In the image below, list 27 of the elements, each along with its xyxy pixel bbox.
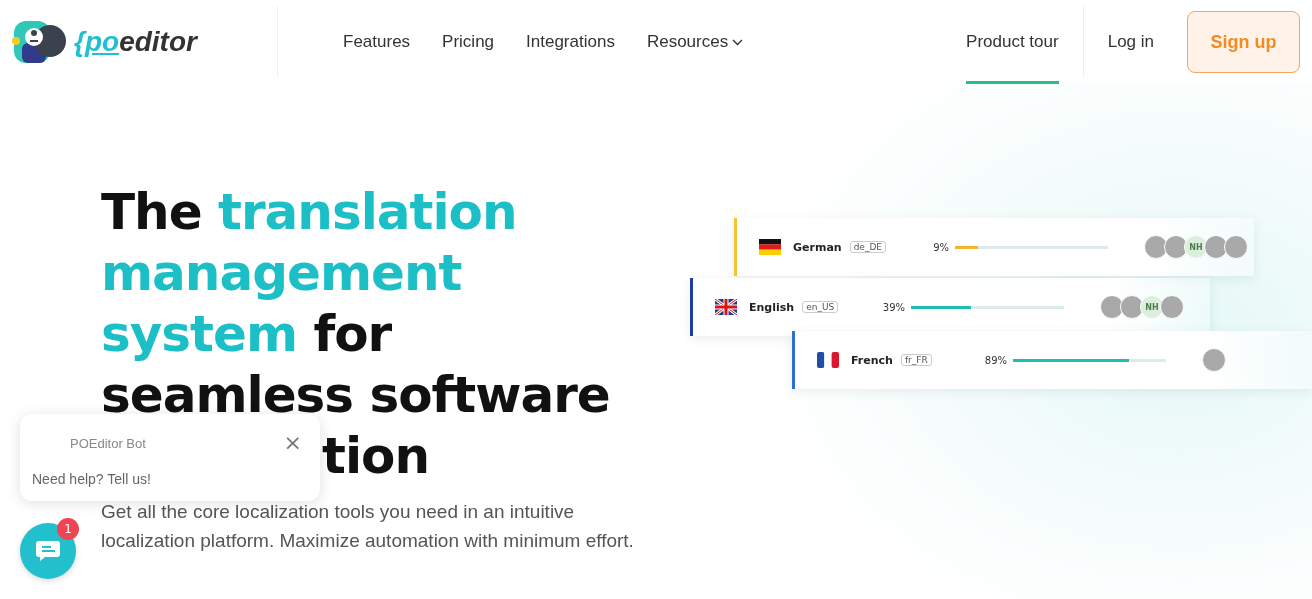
language-name: French (851, 353, 893, 367)
locale-code: fr_FR (900, 354, 932, 366)
locale-code: en_US (802, 301, 839, 313)
locale-code: de_DE (849, 241, 886, 253)
logo-wordmark[interactable]: {poeditor (74, 26, 197, 58)
avatar: NH (1184, 235, 1208, 259)
language-name: English (749, 300, 795, 314)
progress-percent: 39% (881, 301, 905, 313)
close-button[interactable]: × (277, 434, 308, 452)
nav-link[interactable]: Pricing (442, 32, 495, 52)
nav-link[interactable]: Resources (646, 32, 744, 52)
chat-button[interactable] (20, 523, 76, 579)
nav-link[interactable]: Features (343, 32, 411, 52)
notification-badge: 1 (57, 518, 79, 540)
chat-bubble-icon (35, 539, 61, 563)
language-name: German (793, 240, 842, 254)
hero-heading-tail: tion (322, 426, 429, 487)
hero-description: Get all the core localization tools you need in an intuitive localization platform. Maximize automation with minimum effort. (101, 500, 635, 553)
bot-name: POEditor Bot (70, 435, 146, 451)
nav-link[interactable]: Integrations (526, 32, 615, 52)
progress-percent: 89% (983, 354, 1007, 366)
avatar: NH (1140, 295, 1164, 319)
progress-percent: 9% (932, 241, 949, 253)
chat-message: Need help? Tell us! (32, 471, 152, 487)
logo-icon (12, 19, 68, 65)
nav-tab[interactable]: Log in (1107, 0, 1154, 84)
nav-tab[interactable]: Product tour (966, 0, 1059, 84)
